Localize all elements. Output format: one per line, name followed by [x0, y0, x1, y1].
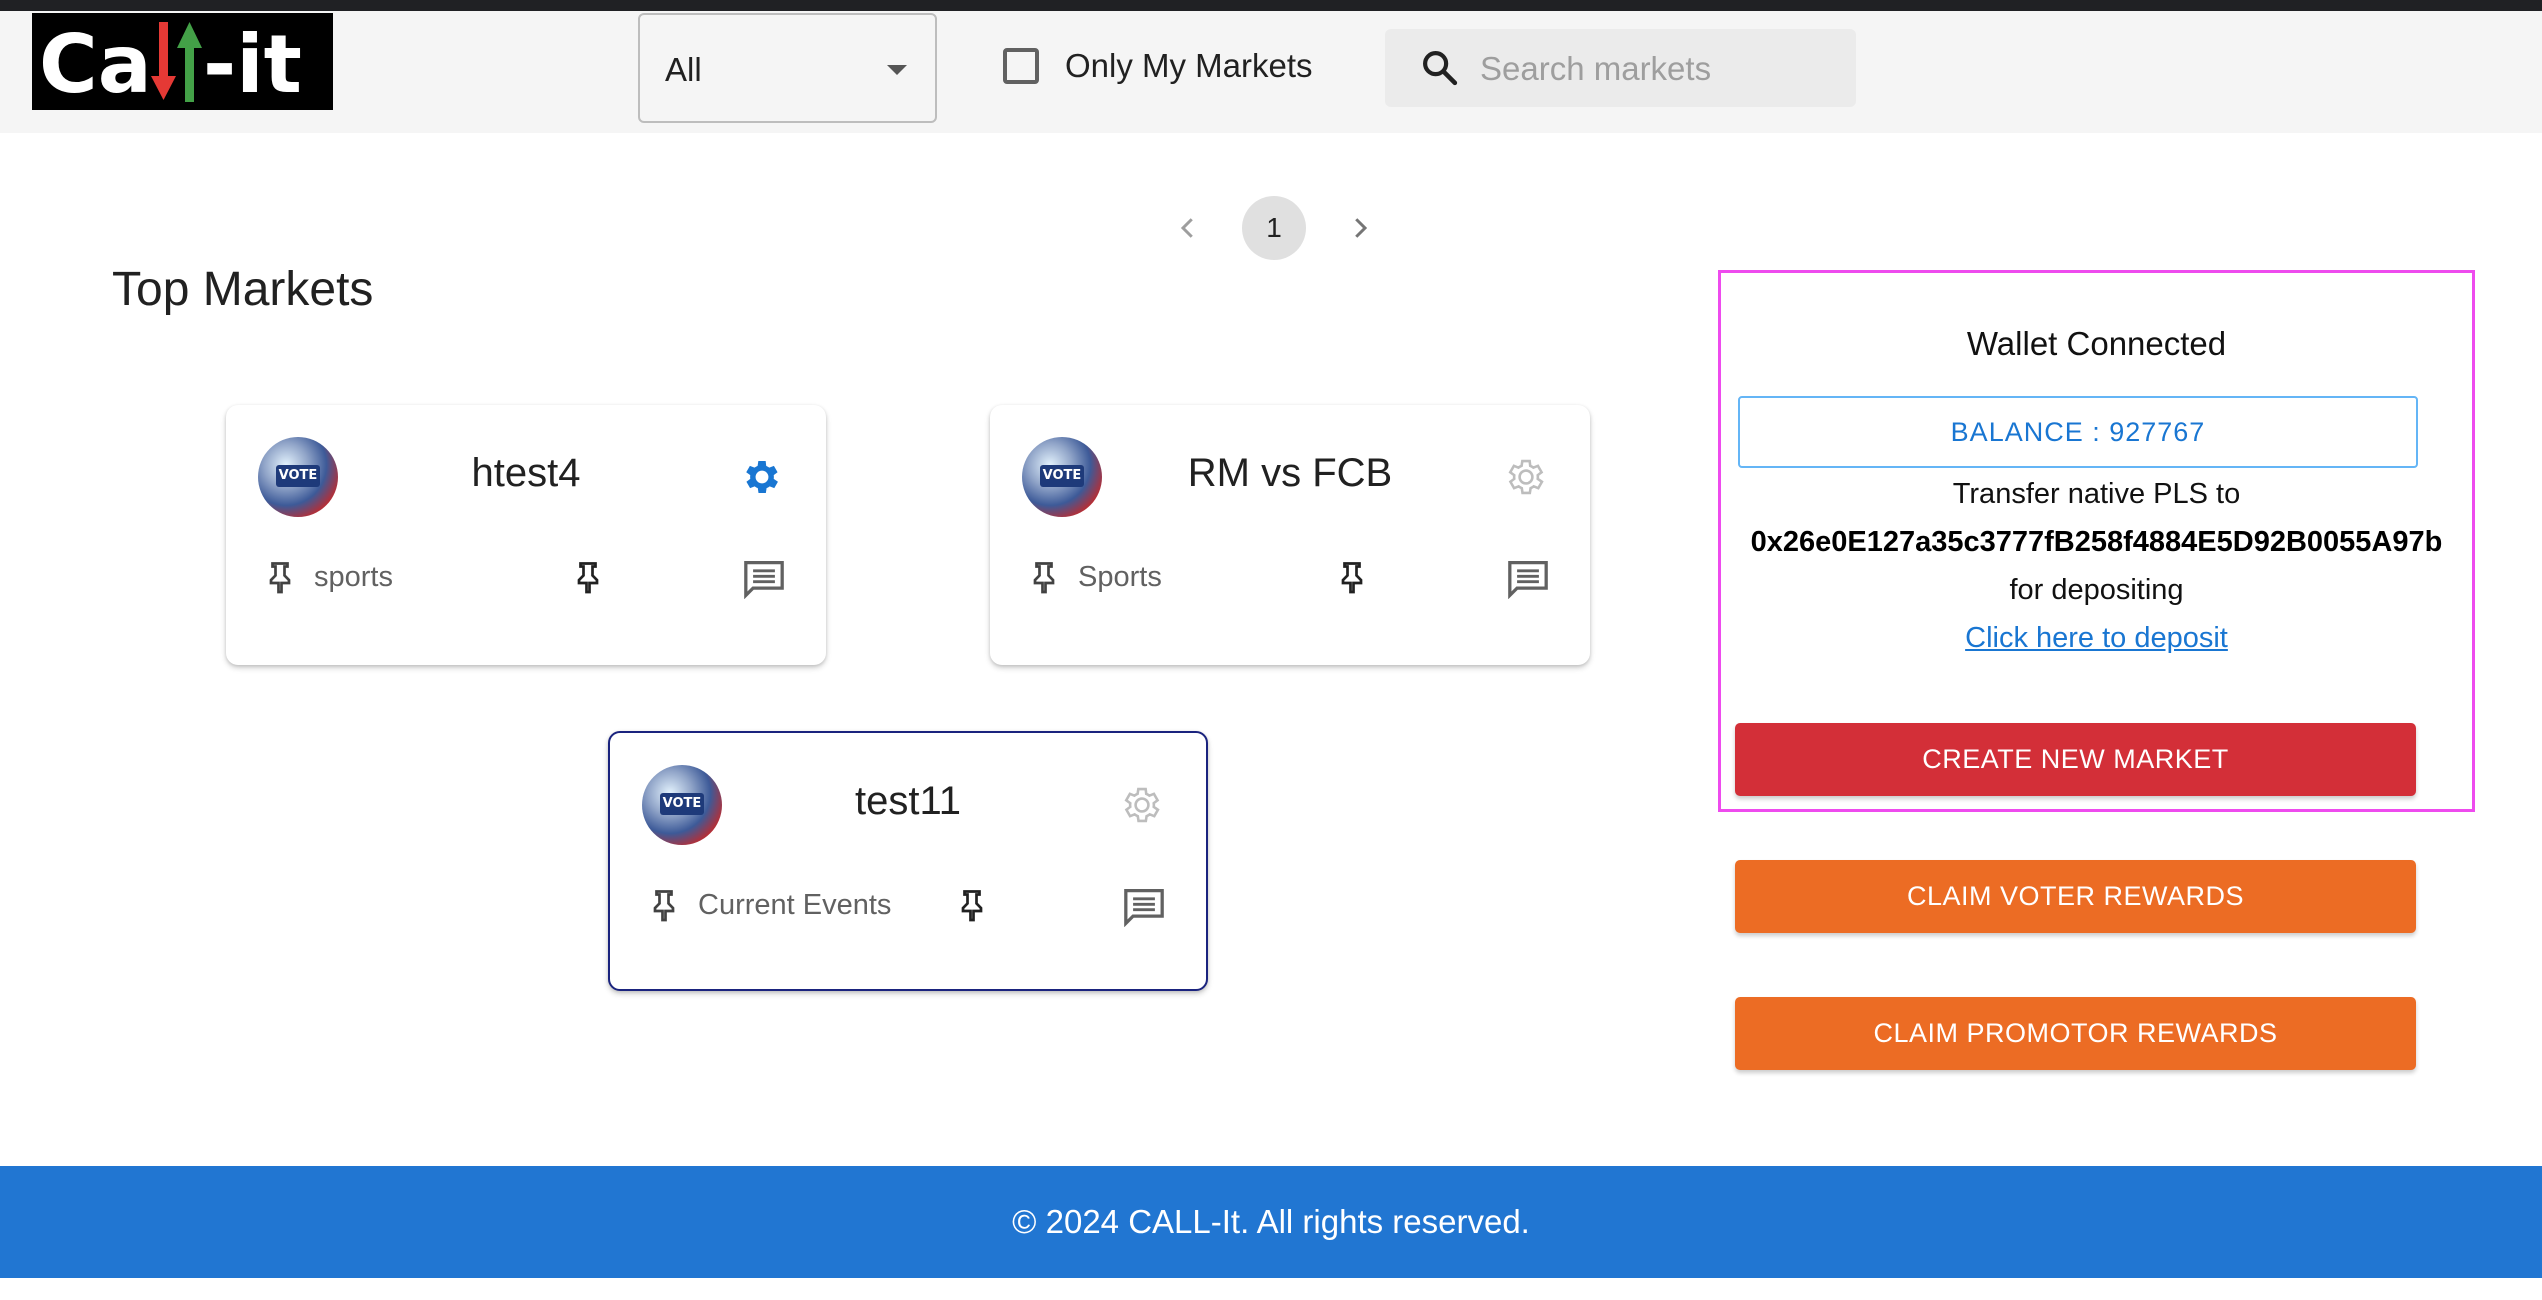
svg-text:Ca: Ca	[39, 18, 152, 110]
market-category-label: sports	[314, 560, 393, 593]
app-bar: Ca -it All Only My Markets Search market…	[0, 11, 2542, 133]
dropdown-caret-icon	[887, 65, 907, 75]
deposit-link[interactable]: Click here to deposit	[1721, 622, 2472, 655]
next-page-button[interactable]	[1332, 200, 1388, 256]
avatar-vote-label: VOTE	[660, 793, 704, 815]
footer: © 2024 CALL-It. All rights reserved.	[0, 1166, 2542, 1278]
depositing-text: for depositing	[2009, 574, 2184, 606]
comment-icon[interactable]	[742, 559, 786, 599]
transfer-instruction: Transfer native PLS to	[1952, 478, 2241, 510]
avatar-vote-label: VOTE	[1040, 465, 1084, 487]
logo-graphic: Ca -it	[39, 18, 302, 110]
market-title: htest4	[471, 451, 581, 495]
market-category: Sports	[1026, 555, 1162, 599]
pin-icon	[1033, 562, 1055, 594]
market-title: test11	[855, 779, 961, 823]
pin-button-icon[interactable]	[570, 555, 606, 599]
market-category-label: Sports	[1078, 560, 1162, 593]
comment-icon[interactable]	[1506, 559, 1550, 599]
market-category-label: Current Events	[698, 888, 892, 921]
pin-button-icon[interactable]	[954, 883, 990, 927]
only-my-markets-checkbox[interactable]	[1003, 48, 1039, 84]
search-bar[interactable]: Search markets	[1385, 29, 1856, 107]
avatar-vote-label: VOTE	[276, 465, 320, 487]
page-title: Top Markets	[112, 263, 374, 316]
top-strip	[0, 0, 2542, 11]
chevron-left-icon	[1180, 218, 1193, 238]
market-avatar: VOTE	[258, 437, 338, 517]
market-actions-row: Current Events	[646, 883, 1166, 931]
comment-icon[interactable]	[1122, 887, 1166, 927]
market-category: sports	[262, 555, 393, 599]
market-avatar: VOTE	[642, 765, 722, 845]
pin-button-icon[interactable]	[1334, 555, 1370, 599]
only-my-markets-toggle[interactable]: Only My Markets	[1003, 47, 1313, 85]
page-number-button[interactable]: 1	[1242, 196, 1306, 260]
market-card[interactable]: VOTE test11 Current Events	[608, 731, 1208, 991]
market-filter-select[interactable]: All	[638, 13, 937, 123]
market-category: Current Events	[646, 883, 891, 927]
claim-voter-rewards-button[interactable]: CLAIM VOTER REWARDS	[1735, 860, 2416, 933]
gear-icon[interactable]	[1120, 783, 1164, 827]
svg-text:-it: -it	[203, 18, 302, 110]
market-actions-row: sports	[262, 555, 786, 603]
market-title: RM vs FCB	[1187, 451, 1393, 495]
wallet-status: Wallet Connected	[1966, 325, 2227, 362]
pin-icon	[653, 890, 675, 922]
deposit-address: 0x26e0E127a35c3777fB258f4884E5D92B0055A9…	[1750, 526, 2443, 558]
create-new-market-button[interactable]: CREATE NEW MARKET	[1735, 723, 2416, 796]
balance-button[interactable]: BALANCE : 927767	[1738, 396, 2418, 468]
market-card[interactable]: VOTE htest4 sports	[226, 405, 826, 665]
market-actions-row: Sports	[1026, 555, 1550, 603]
gear-icon[interactable]	[1504, 455, 1548, 499]
chevron-right-icon	[1355, 218, 1368, 238]
pin-icon	[269, 562, 291, 594]
claim-promotor-rewards-button[interactable]: CLAIM PROMOTOR REWARDS	[1735, 997, 2416, 1070]
market-card[interactable]: VOTE RM vs FCB Sports	[990, 405, 1590, 665]
only-my-markets-label: Only My Markets	[1065, 47, 1313, 84]
search-icon	[1423, 51, 1458, 86]
market-avatar: VOTE	[1022, 437, 1102, 517]
search-input[interactable]: Search markets	[1480, 50, 1711, 88]
gear-icon[interactable]	[740, 455, 784, 499]
market-filter-value: All	[665, 51, 702, 88]
prev-page-button[interactable]	[1160, 200, 1216, 256]
pagination: 1	[1160, 196, 1388, 260]
call-it-logo[interactable]: Ca -it	[32, 13, 333, 110]
